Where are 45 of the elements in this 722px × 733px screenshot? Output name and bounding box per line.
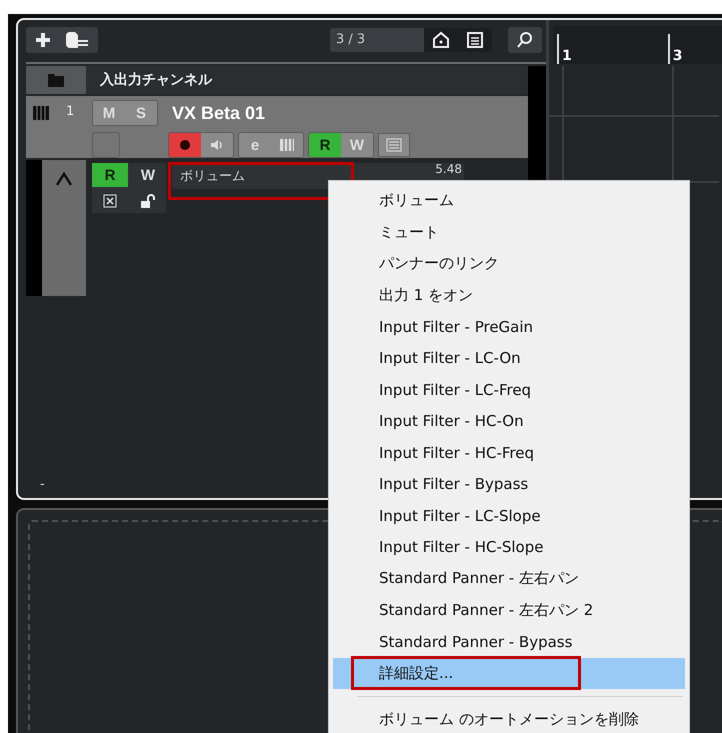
folder-icon — [47, 71, 65, 89]
read-button[interactable]: R — [92, 163, 128, 187]
close-icon — [103, 194, 117, 208]
monitor-button[interactable] — [201, 133, 233, 157]
menu-item[interactable]: Input Filter - LC-Slope — [333, 500, 685, 532]
menu-item[interactable]: Input Filter - HC-Slope — [333, 532, 685, 563]
automation-icon — [55, 170, 73, 188]
settings-button[interactable] — [378, 133, 410, 157]
keyboard-icon — [32, 104, 50, 122]
lines-icon — [386, 138, 402, 152]
unlock-icon — [140, 194, 156, 208]
record-button[interactable] — [169, 133, 201, 157]
list-icon — [466, 31, 484, 49]
house-icon — [432, 31, 450, 49]
menu-item[interactable]: Input Filter - LC-Freq — [333, 374, 685, 406]
menu-item[interactable]: 詳細設定... — [333, 658, 685, 689]
search-button[interactable] — [508, 27, 542, 53]
bar-number: 1 — [557, 34, 572, 64]
track-counter: 3 / 3 — [330, 28, 424, 52]
menu-item[interactable]: 出力 1 をオン — [333, 280, 685, 311]
menu-item[interactable]: Input Filter - HC-On — [333, 406, 685, 437]
menu-item[interactable]: Input Filter - Bypass — [333, 468, 685, 500]
search-icon — [516, 31, 534, 49]
track-name: VX Beta 01 — [172, 102, 266, 124]
color-button[interactable] — [92, 132, 120, 158]
plus-icon — [34, 31, 52, 49]
menu-item[interactable]: Standard Panner - Bypass — [333, 626, 685, 658]
menu-item[interactable]: パンナーのリンク — [333, 248, 685, 280]
menu-item[interactable]: Input Filter - PreGain — [333, 311, 685, 342]
menu-item[interactable]: Standard Panner - 左右パン 2 — [333, 594, 685, 626]
track-number: 1 — [66, 104, 74, 119]
menu-item[interactable]: Input Filter - LC-On — [333, 342, 685, 374]
folder-icon[interactable] — [64, 31, 90, 49]
menu-item[interactable]: ミュート — [333, 216, 685, 248]
status-text: - — [40, 477, 45, 492]
track-name: 入出力チャンネル — [98, 71, 212, 90]
speaker-icon — [210, 138, 224, 152]
record-icon — [178, 138, 192, 152]
bar-number: 3 — [668, 34, 682, 64]
read-button[interactable]: R — [309, 133, 341, 157]
menu-item[interactable]: ボリューム のオートメーションを削除 — [333, 704, 685, 733]
menu-item[interactable]: Input Filter - HC-Freq — [333, 437, 685, 468]
keyboard-icon — [279, 138, 295, 152]
instrument-button[interactable] — [271, 133, 303, 157]
menu-item[interactable]: Standard Panner - 左右パン — [333, 563, 685, 594]
